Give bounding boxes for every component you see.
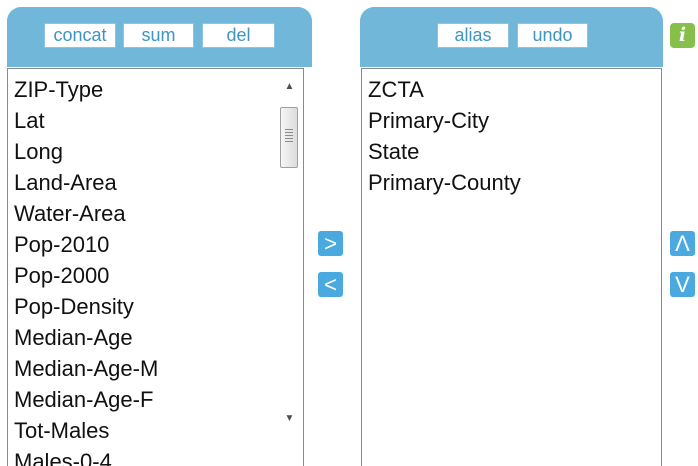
scroll-down-icon[interactable]: ▼ [276, 409, 303, 429]
undo-button[interactable]: undo [517, 23, 588, 48]
concat-button[interactable]: concat [44, 23, 116, 48]
scroll-up-icon[interactable]: ▲ [276, 77, 303, 97]
list-item[interactable]: Median-Age-M [14, 353, 158, 384]
grip-icon [285, 129, 293, 143]
list-item[interactable]: Primary-County [368, 167, 521, 198]
scrollbar[interactable]: ▲ ▼ [276, 69, 303, 466]
list-item[interactable]: Median-Age-F [14, 384, 158, 415]
list-item[interactable]: Pop-2000 [14, 260, 158, 291]
list-item[interactable]: Males-0-4 [14, 446, 158, 466]
list-item[interactable]: Median-Age [14, 322, 158, 353]
list-item[interactable]: Tot-Males [14, 415, 158, 446]
remove-field-button[interactable]: < [318, 272, 343, 297]
info-icon[interactable]: i [670, 23, 695, 48]
left-panel-header: concat sum del [7, 7, 312, 67]
right-panel-header: alias undo [360, 7, 663, 67]
alias-button[interactable]: alias [437, 23, 509, 48]
list-item[interactable]: Primary-City [368, 105, 521, 136]
scrollbar-thumb[interactable] [280, 107, 298, 168]
add-field-button[interactable]: > [318, 231, 343, 256]
list-item[interactable]: State [368, 136, 521, 167]
list-item[interactable]: Long [14, 136, 158, 167]
list-item[interactable]: ZIP-Type [14, 74, 158, 105]
sum-button[interactable]: sum [123, 23, 194, 48]
list-item[interactable]: ZCTA [368, 74, 521, 105]
available-fields-items: ZIP-Type Lat Long Land-Area Water-Area P… [14, 74, 158, 466]
list-item[interactable]: Lat [14, 105, 158, 136]
move-down-button[interactable]: V [670, 272, 695, 297]
del-button[interactable]: del [202, 23, 275, 48]
list-item[interactable]: Water-Area [14, 198, 158, 229]
list-item[interactable]: Pop-Density [14, 291, 158, 322]
selected-fields-items: ZCTA Primary-City State Primary-County [368, 74, 521, 198]
move-up-button[interactable]: Λ [670, 231, 695, 256]
selected-fields-list[interactable]: ZCTA Primary-City State Primary-County [361, 68, 662, 466]
list-item[interactable]: Land-Area [14, 167, 158, 198]
list-item[interactable]: Pop-2010 [14, 229, 158, 260]
available-fields-list[interactable]: ZIP-Type Lat Long Land-Area Water-Area P… [7, 68, 304, 466]
